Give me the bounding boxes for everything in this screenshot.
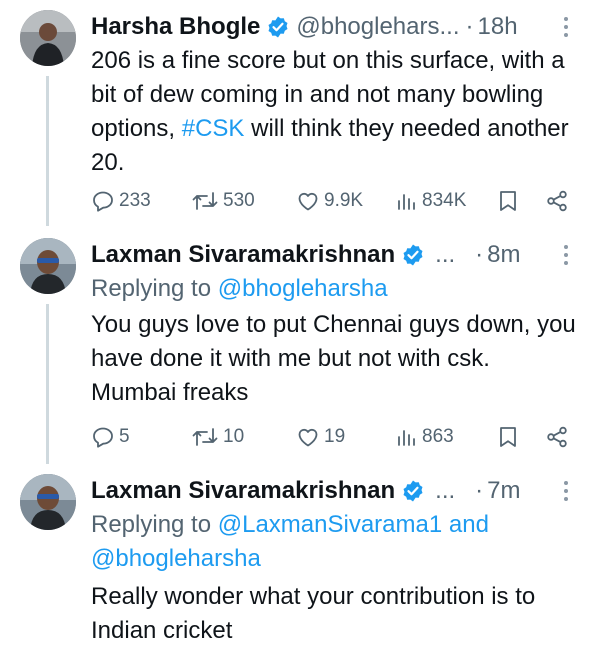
mention-link[interactable]: @LaxmanSivarama1 [218, 511, 442, 538]
tweet-harsha[interactable]: Harsha Bhogle @bhoglehars... · 18h 206 i… [0, 10, 600, 226]
reply-button[interactable]: 233 [91, 186, 151, 216]
views-chart-icon [398, 194, 415, 210]
retweet-icon [192, 428, 218, 446]
replying-to-line: Replying to @bhogleharsha [91, 272, 578, 306]
tweet-laxman-reply-1[interactable]: Laxman Sivaramakrishnan ... · 8m Replyin… [0, 238, 600, 464]
conversation-thread: Harsha Bhogle @bhoglehars... · 18h 206 i… [0, 0, 600, 653]
mention-link[interactable]: @bhogleharsha [218, 275, 388, 302]
verified-badge-icon [268, 16, 288, 38]
author-handle[interactable]: ... [435, 477, 455, 505]
like-button[interactable]: 9.9K [296, 186, 363, 216]
reply-count: 233 [119, 190, 151, 211]
more-options-icon[interactable] [554, 478, 578, 504]
thread-connector [46, 76, 49, 226]
retweet-button[interactable]: 10 [191, 422, 244, 452]
share-icon [547, 426, 567, 448]
profile-photo-icon [20, 474, 76, 530]
views-button[interactable]: 863 [396, 422, 454, 452]
like-count: 19 [324, 426, 346, 447]
author-name[interactable]: Harsha Bhogle [91, 13, 260, 41]
author-handle[interactable]: ... [435, 241, 455, 269]
reply-icon [93, 191, 113, 212]
like-count: 9.9K [324, 190, 364, 211]
mention-link[interactable]: @bhogleharsha [91, 545, 261, 572]
heart-icon [298, 192, 318, 211]
mention-joiner: and [442, 511, 489, 538]
profile-photo-icon [20, 10, 76, 66]
avatar-laxman[interactable] [20, 238, 76, 294]
retweet-button[interactable]: 530 [191, 186, 255, 216]
replying-to-label: Replying to [91, 275, 218, 302]
reply-button[interactable]: 5 [91, 422, 130, 452]
hashtag-link[interactable]: #CSK [182, 115, 245, 142]
replying-to-line: Replying to @LaxmanSivarama1 and @bhogleh… [91, 508, 578, 576]
profile-photo-icon [20, 238, 76, 294]
separator-dot: · [465, 13, 474, 40]
view-count: 863 [422, 426, 454, 447]
author-handle[interactable]: @bhoglehars... [296, 13, 459, 41]
views-button[interactable]: 834K [396, 186, 466, 216]
retweet-icon [192, 192, 218, 210]
replying-to-label: Replying to [91, 511, 218, 538]
tweet-text: 206 is a fine score but on this surface,… [91, 44, 578, 180]
timestamp[interactable]: 8m [487, 241, 520, 269]
verified-badge-icon [403, 244, 423, 266]
avatar-laxman[interactable] [20, 474, 76, 530]
avatar-harsha[interactable] [20, 10, 76, 66]
timestamp[interactable]: 18h [478, 13, 518, 41]
separator-dot: · [475, 477, 484, 504]
views-chart-icon [398, 430, 415, 446]
view-count: 834K [422, 190, 467, 211]
more-options-icon[interactable] [554, 242, 578, 268]
share-button[interactable] [545, 186, 569, 216]
tweet-actions: 5 10 19 863 [91, 422, 571, 452]
heart-icon [298, 428, 318, 447]
more-options-icon[interactable] [554, 14, 578, 40]
like-button[interactable]: 19 [296, 422, 345, 452]
thread-connector [46, 304, 49, 464]
share-button[interactable] [545, 422, 569, 452]
bookmark-icon [500, 427, 516, 447]
share-icon [547, 190, 567, 212]
retweet-count: 10 [223, 426, 245, 447]
author-name[interactable]: Laxman Sivaramakrishnan [91, 477, 395, 505]
bookmark-icon [500, 191, 516, 211]
timestamp[interactable]: 7m [487, 477, 520, 505]
reply-count: 5 [119, 426, 130, 447]
tweet-text: You guys love to put Chennai guys down, … [91, 311, 576, 406]
author-name[interactable]: Laxman Sivaramakrishnan [91, 241, 395, 269]
separator-dot: · [475, 241, 484, 268]
reply-icon [93, 427, 113, 448]
tweet-actions: 233 530 9.9K 834K [91, 186, 571, 216]
tweet-laxman-reply-2[interactable]: Laxman Sivaramakrishnan ... · 7m Replyin… [0, 474, 600, 653]
verified-badge-icon [403, 480, 423, 502]
tweet-text: Really wonder what your contribution is … [91, 583, 536, 644]
retweet-count: 530 [223, 190, 255, 211]
bookmark-button[interactable] [497, 186, 519, 216]
bookmark-button[interactable] [497, 422, 519, 452]
